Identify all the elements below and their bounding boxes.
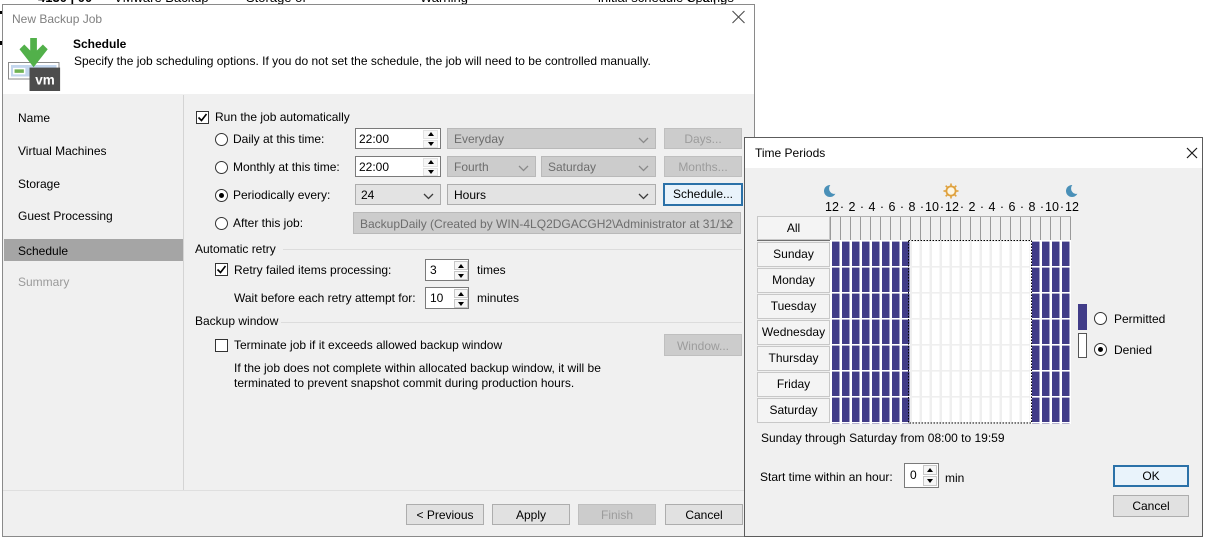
svg-text:vm: vm [35, 73, 55, 88]
